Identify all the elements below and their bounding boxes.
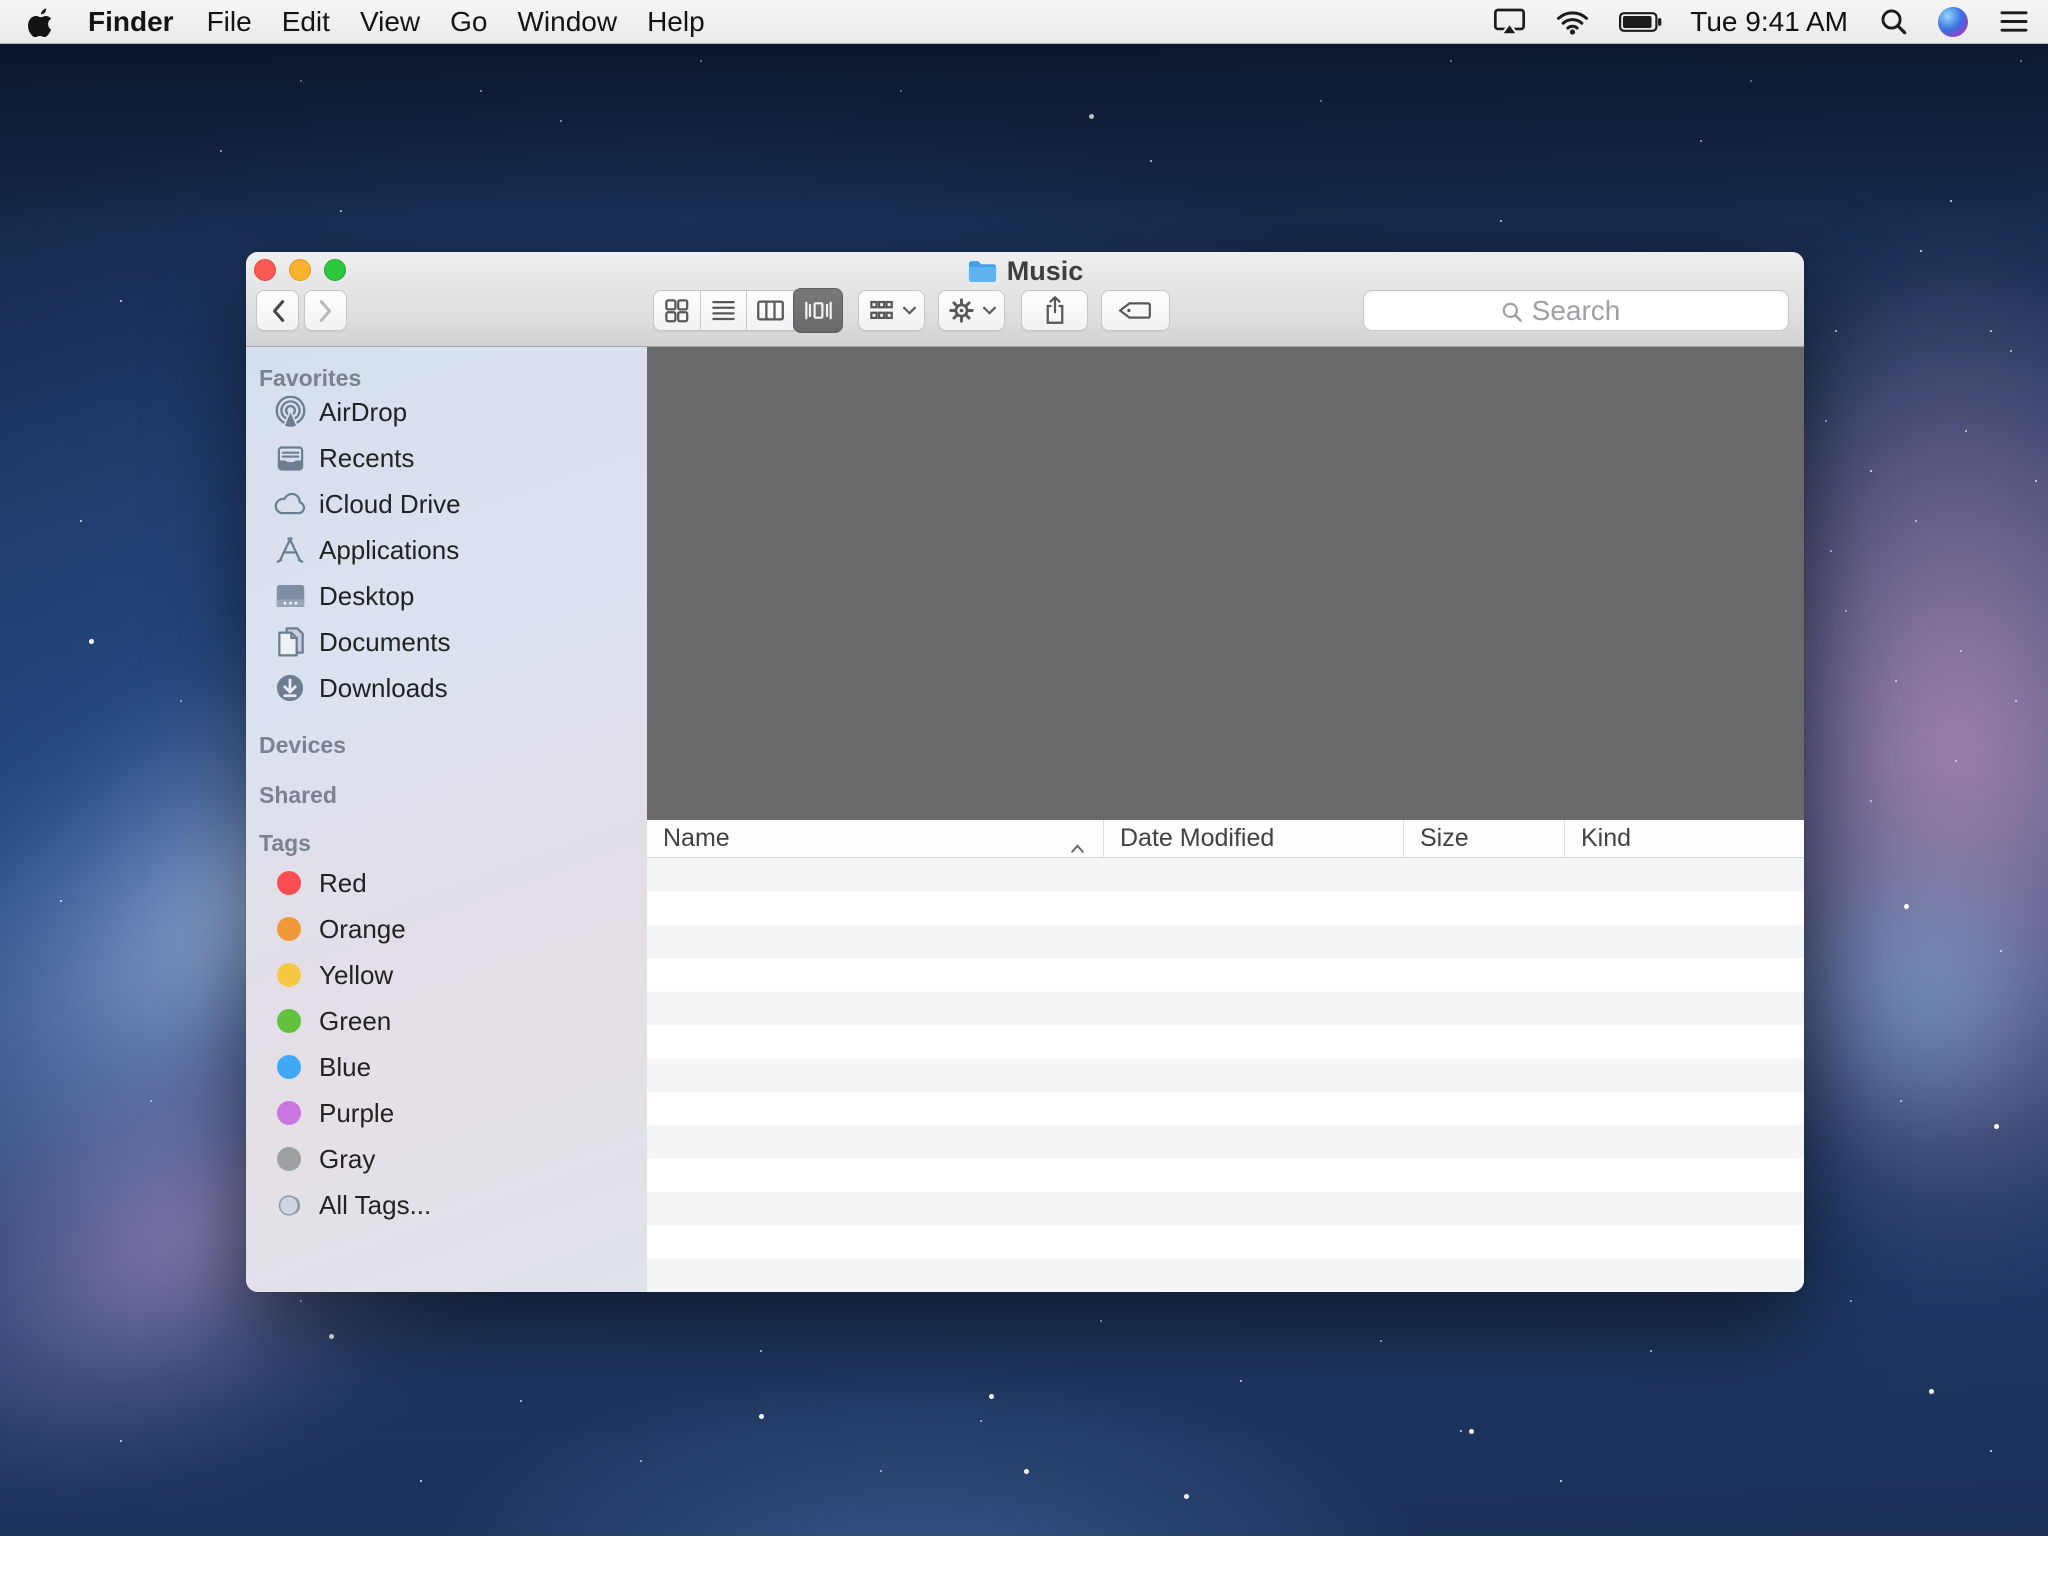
menu-edit[interactable]: Edit bbox=[267, 0, 345, 44]
column-header-date-modified[interactable]: Date Modified bbox=[1104, 820, 1404, 857]
tag-red[interactable]: Red bbox=[246, 860, 647, 906]
purple-tag-dot bbox=[277, 1101, 301, 1125]
list-view-button[interactable] bbox=[701, 291, 748, 330]
menu-bar-clock[interactable]: Tue 9:41 AM bbox=[1678, 6, 1864, 38]
tag-purple[interactable]: Purple bbox=[246, 1090, 647, 1136]
tag-gray[interactable]: Gray bbox=[246, 1136, 647, 1182]
content-area: Name Date Modified Size Kind bbox=[647, 347, 1804, 1292]
column-header-size[interactable]: Size bbox=[1404, 820, 1565, 857]
chevron-down-icon bbox=[903, 306, 916, 315]
file-list-empty[interactable] bbox=[647, 858, 1804, 1292]
tag-yellow[interactable]: Yellow bbox=[246, 952, 647, 998]
red-tag-dot bbox=[277, 871, 301, 895]
menu-bar: Finder File Edit View Go Window Help bbox=[0, 0, 2048, 44]
tag-orange[interactable]: Orange bbox=[246, 906, 647, 952]
menu-view[interactable]: View bbox=[345, 0, 435, 44]
notification-center-icon[interactable] bbox=[1983, 8, 2048, 35]
share-icon bbox=[1043, 296, 1067, 325]
all-tags-item[interactable]: All Tags... bbox=[246, 1182, 647, 1228]
forward-button[interactable] bbox=[304, 290, 347, 331]
sidebar-item-recents[interactable]: Recents bbox=[246, 435, 647, 481]
airdrop-icon bbox=[273, 396, 307, 429]
documents-icon bbox=[273, 626, 307, 658]
sidebar-item-applications[interactable]: Applications bbox=[246, 527, 647, 573]
downloads-icon bbox=[273, 673, 307, 703]
menu-help[interactable]: Help bbox=[632, 0, 720, 44]
icloud-drive-icon bbox=[273, 491, 307, 517]
search-field[interactable] bbox=[1363, 290, 1789, 331]
back-button[interactable] bbox=[256, 290, 299, 331]
section-favorites: Favorites bbox=[259, 365, 361, 392]
wifi-icon[interactable] bbox=[1541, 9, 1604, 35]
list-column-headers: Name Date Modified Size Kind bbox=[647, 820, 1804, 858]
menu-finder[interactable]: Finder bbox=[73, 0, 192, 44]
menu-file[interactable]: File bbox=[192, 0, 267, 44]
chevron-down-icon bbox=[983, 306, 996, 315]
desktop-icon bbox=[273, 582, 307, 610]
cover-flow-preview-area bbox=[647, 347, 1804, 820]
cover-flow-view-button[interactable] bbox=[793, 288, 843, 333]
window-title: Music bbox=[246, 254, 1804, 288]
sidebar-item-airdrop[interactable]: AirDrop bbox=[246, 389, 647, 435]
icon-view-button[interactable] bbox=[654, 291, 701, 330]
tag-icon bbox=[1119, 299, 1152, 322]
airplay-display-icon[interactable] bbox=[1478, 8, 1541, 35]
yellow-tag-dot bbox=[277, 963, 301, 987]
orange-tag-dot bbox=[277, 917, 301, 941]
recents-icon bbox=[273, 443, 307, 474]
title-bar[interactable]: Music bbox=[246, 252, 1804, 347]
finder-window: Music bbox=[246, 252, 1804, 1292]
share-button[interactable] bbox=[1021, 290, 1088, 331]
action-gear-button[interactable] bbox=[938, 290, 1005, 331]
sidebar: Favorites AirDrop Recents bbox=[246, 347, 647, 1292]
section-devices: Devices bbox=[259, 732, 346, 759]
sidebar-item-downloads[interactable]: Downloads bbox=[246, 665, 647, 711]
applications-icon bbox=[273, 534, 307, 566]
battery-icon[interactable] bbox=[1604, 10, 1678, 34]
green-tag-dot bbox=[277, 1009, 301, 1033]
sort-ascending-icon bbox=[1070, 832, 1085, 861]
tag-blue[interactable]: Blue bbox=[246, 1044, 647, 1090]
blue-tag-dot bbox=[277, 1055, 301, 1079]
apple-logo-icon bbox=[27, 7, 53, 37]
column-header-name[interactable]: Name bbox=[647, 820, 1104, 857]
apple-menu[interactable] bbox=[0, 7, 73, 37]
menu-window[interactable]: Window bbox=[502, 0, 632, 44]
menu-go[interactable]: Go bbox=[435, 0, 502, 44]
tag-green[interactable]: Green bbox=[246, 998, 647, 1044]
column-header-kind[interactable]: Kind bbox=[1565, 820, 1804, 857]
search-icon bbox=[1500, 300, 1524, 324]
all-tags-icon bbox=[277, 1193, 301, 1217]
search-input[interactable] bbox=[1364, 291, 1788, 330]
siri-icon[interactable] bbox=[1923, 7, 1983, 37]
folder-icon bbox=[967, 259, 998, 284]
section-tags: Tags bbox=[259, 830, 311, 857]
section-shared: Shared bbox=[259, 782, 337, 809]
view-mode-control bbox=[653, 290, 843, 331]
gear-icon bbox=[948, 297, 975, 324]
window-title-text: Music bbox=[1007, 256, 1084, 287]
sidebar-item-documents[interactable]: Documents bbox=[246, 619, 647, 665]
gray-tag-dot bbox=[277, 1147, 301, 1171]
group-by-button[interactable] bbox=[858, 290, 925, 331]
spotlight-search-icon[interactable] bbox=[1864, 7, 1923, 36]
tag-button[interactable] bbox=[1101, 290, 1170, 331]
sidebar-item-icloud-drive[interactable]: iCloud Drive bbox=[246, 481, 647, 527]
column-view-button[interactable] bbox=[747, 291, 794, 330]
sidebar-item-desktop[interactable]: Desktop bbox=[246, 573, 647, 619]
